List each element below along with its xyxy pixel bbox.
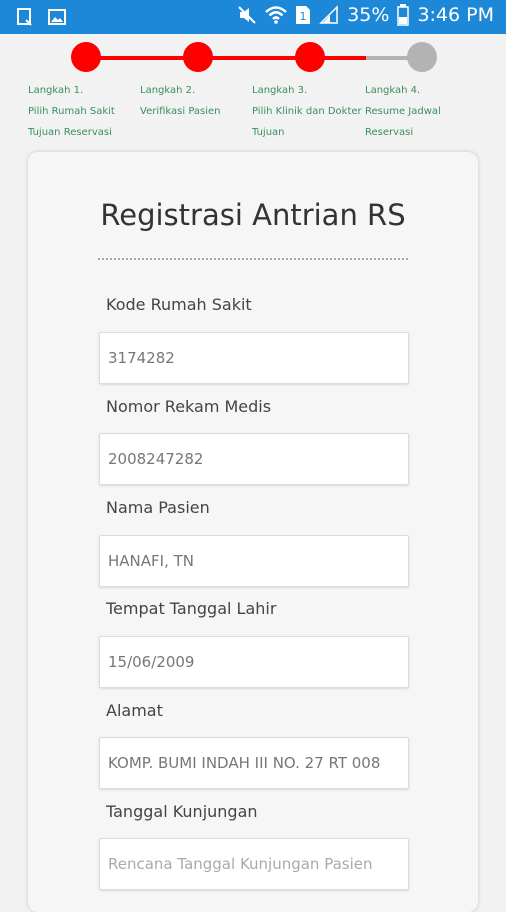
- status-bar: 1 35% 3:46 PM: [0, 0, 506, 34]
- progress-stepper: Langkah 1. Pilih Rumah Sakit Tujuan Rese…: [0, 34, 506, 144]
- signal-icon: [319, 5, 339, 25]
- svg-text:1: 1: [300, 10, 307, 23]
- registration-card: Registrasi Antrian RS Kode Rumah Sakit N…: [28, 152, 478, 912]
- birth-place-date-input[interactable]: [99, 636, 409, 688]
- birth-place-date-label: Tempat Tanggal Lahir: [106, 599, 277, 618]
- step-3-indicator[interactable]: [295, 42, 325, 72]
- visit-date-input[interactable]: [99, 838, 409, 890]
- clipboard-icon: [16, 7, 34, 27]
- step-3-label: Langkah 3. Pilih Klinik dan Dokter Tujua…: [252, 85, 362, 138]
- wifi-icon: [265, 5, 288, 25]
- form-title: Registrasi Antrian RS: [100, 198, 406, 232]
- image-icon: [48, 7, 66, 27]
- step-connector: [198, 56, 310, 60]
- patient-name-input[interactable]: [99, 535, 409, 587]
- step-connector: [86, 56, 198, 60]
- address-label: Alamat: [106, 701, 163, 720]
- medical-record-input[interactable]: [99, 433, 409, 485]
- sim-icon: 1: [295, 5, 311, 25]
- title-divider: [98, 258, 408, 260]
- mute-icon: [237, 5, 257, 25]
- hospital-code-input[interactable]: [99, 332, 409, 384]
- clock: 3:46 PM: [417, 4, 494, 26]
- medical-record-label: Nomor Rekam Medis: [106, 397, 272, 416]
- step-2-label: Langkah 2. Verifikasi Pasien: [140, 85, 221, 117]
- step-4-label: Langkah 4. Resume Jadwal Reservasi: [365, 85, 441, 138]
- battery-percent: 35%: [347, 4, 390, 26]
- step-1-label: Langkah 1. Pilih Rumah Sakit Tujuan Rese…: [28, 85, 115, 138]
- patient-name-label: Nama Pasien: [106, 498, 210, 517]
- hospital-code-label: Kode Rumah Sakit: [106, 295, 252, 314]
- address-input[interactable]: [99, 737, 409, 789]
- step-1-indicator[interactable]: [71, 42, 101, 72]
- visit-date-label: Tanggal Kunjungan: [106, 802, 258, 821]
- step-2-indicator[interactable]: [183, 42, 213, 72]
- step-4-indicator[interactable]: [407, 42, 437, 72]
- battery-icon: [397, 4, 410, 26]
